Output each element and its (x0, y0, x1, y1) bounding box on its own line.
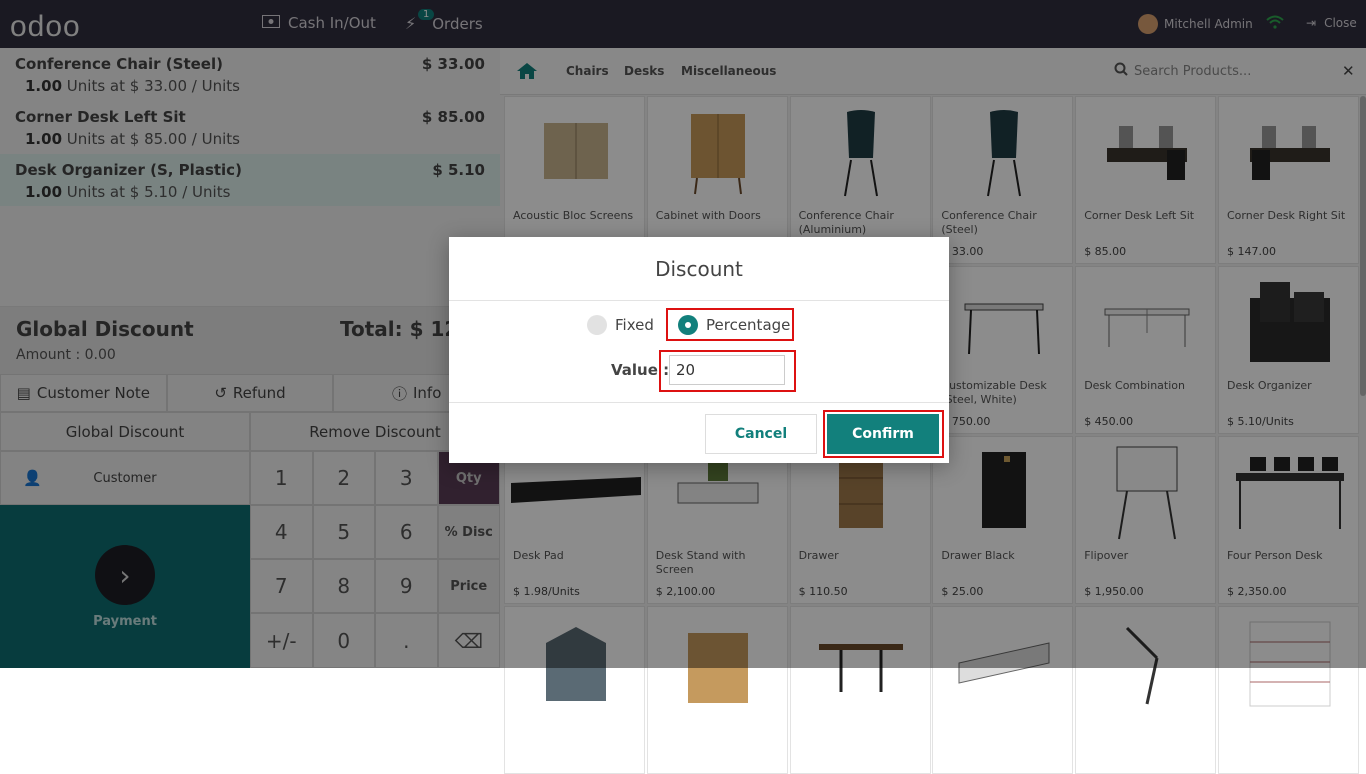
discount-dialog: Discount Fixed Percentage Value : Cancel… (449, 237, 949, 463)
dialog-title: Discount (449, 237, 949, 301)
highlight-confirm (823, 410, 944, 458)
highlight-percentage (666, 308, 794, 341)
fixed-radio[interactable]: Fixed (587, 315, 654, 335)
radio-unchecked-icon (587, 315, 607, 335)
fixed-label: Fixed (615, 316, 654, 334)
dialog-footer: Cancel Confirm (449, 402, 949, 464)
highlight-value (659, 350, 796, 392)
cancel-button[interactable]: Cancel (705, 414, 817, 454)
